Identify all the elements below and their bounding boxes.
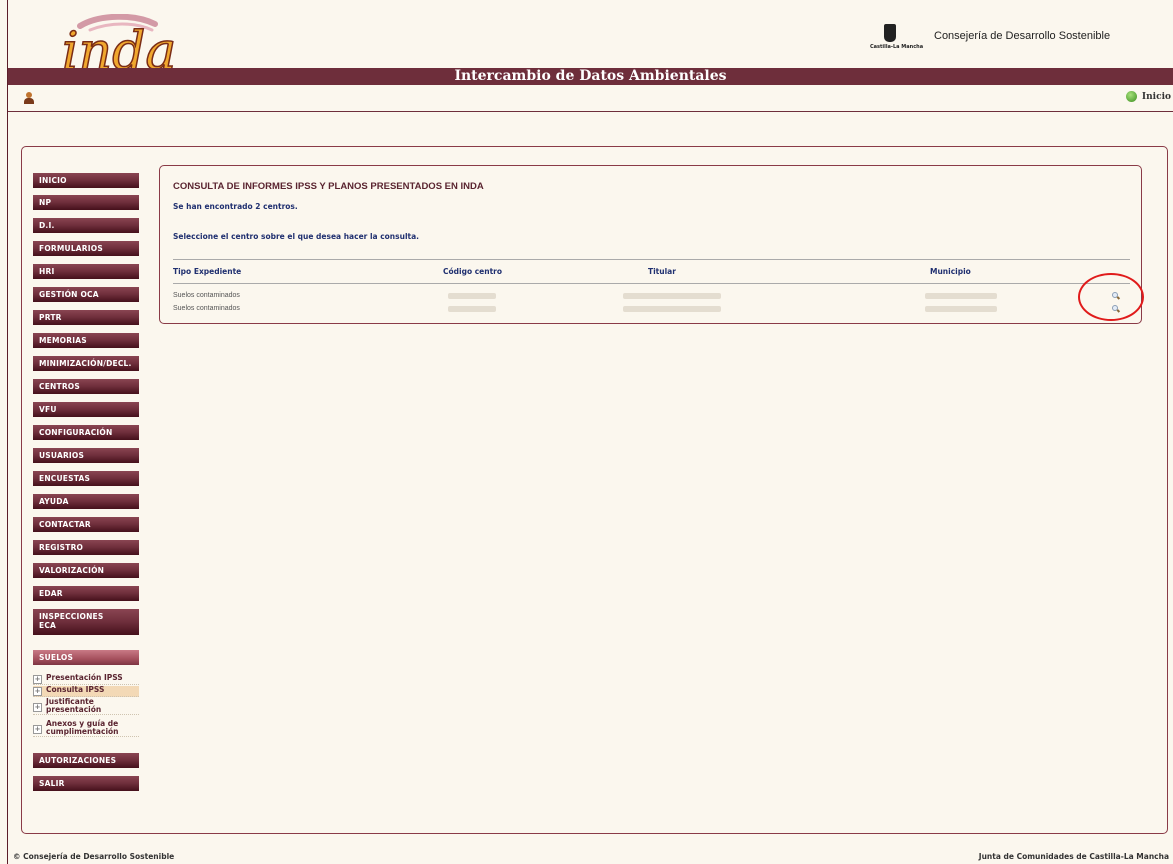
- svg-text:inda: inda: [62, 22, 176, 74]
- sidebar-item-prtr[interactable]: PRTR: [33, 310, 139, 325]
- sidebar-item-valorizacion[interactable]: VALORIZACIÓN: [33, 563, 139, 578]
- header-banner: Intercambio de Datos Ambientales: [8, 68, 1173, 85]
- redacted-municipio: [925, 293, 997, 299]
- sidebar-item-edar[interactable]: EDAR: [33, 586, 139, 601]
- expand-icon: +: [33, 675, 42, 684]
- redacted-titular: [623, 306, 721, 312]
- instruction-text: Seleccione el centro sobre el que desea …: [173, 232, 420, 241]
- submenu-justificante[interactable]: + Justificante presentación: [33, 698, 139, 715]
- inicio-label: Inicio: [1141, 91, 1171, 102]
- page-title: CONSULTA DE INFORMES IPSS Y PLANOS PRESE…: [173, 181, 484, 192]
- column-header-tipo: Tipo Expediente: [173, 267, 242, 276]
- inda-logo[interactable]: inda: [60, 13, 190, 83]
- sidebar-item-usuarios[interactable]: USUARIOS: [33, 448, 139, 463]
- left-border: [7, 0, 8, 864]
- column-header-municipio: Municipio: [930, 267, 971, 276]
- expand-icon: +: [33, 725, 42, 734]
- submenu-consulta-ipss[interactable]: + Consulta IPSS: [33, 686, 139, 697]
- sidebar-item-inicio[interactable]: INICIO: [33, 173, 139, 188]
- column-header-codigo: Código centro: [443, 267, 503, 276]
- table-cell-tipo: Suelos contaminados: [173, 292, 240, 299]
- submenu-anexos[interactable]: + Anexos y guía de cumplimentación: [33, 720, 139, 737]
- submenu-label: Anexos y guía de cumplimentación: [46, 719, 119, 736]
- sidebar-item-registro[interactable]: REGISTRO: [33, 540, 139, 555]
- crest-icon: [884, 24, 896, 42]
- column-header-titular: Titular: [648, 267, 676, 276]
- sidebar-item-di[interactable]: D.I.: [33, 218, 139, 233]
- sidebar-item-salir[interactable]: SALIR: [33, 776, 139, 791]
- submenu-label: Consulta IPSS: [46, 685, 105, 694]
- sidebar-item-minimizacion[interactable]: MINIMIZACIÓN/DECL.: [33, 356, 139, 371]
- expand-icon: +: [33, 687, 42, 696]
- app-title: Intercambio de Datos Ambientales: [454, 68, 727, 84]
- sidebar-item-hri[interactable]: HRI: [33, 264, 139, 279]
- sidebar-item-memorias[interactable]: MEMORIAS: [33, 333, 139, 348]
- submenu-label: Presentación IPSS: [46, 673, 123, 682]
- sidebar-item-configuracion[interactable]: CONFIGURACIÓN: [33, 425, 139, 440]
- redacted-titular: [623, 293, 721, 299]
- footer-copyright: © Consejería de Desarrollo Sostenible: [13, 852, 175, 861]
- home-icon: [1125, 91, 1137, 102]
- castilla-la-mancha-crest: Castilla-La Mancha: [870, 24, 924, 58]
- table-cell-tipo: Suelos contaminados: [173, 305, 240, 312]
- table-top-rule: [173, 259, 1130, 260]
- user-icon: [24, 92, 34, 104]
- inicio-link[interactable]: Inicio: [1125, 91, 1171, 102]
- highlight-circle: [1078, 273, 1144, 321]
- crest-label: Castilla-La Mancha: [870, 44, 924, 50]
- sidebar-item-suelos[interactable]: SUELOS: [33, 650, 139, 665]
- table-header-rule: [173, 283, 1130, 284]
- sidebar-item-autorizaciones[interactable]: AUTORIZACIONES: [33, 753, 139, 768]
- consejeria-title: Consejería de Desarrollo Sostenible: [934, 30, 1111, 42]
- redacted-municipio: [925, 306, 997, 312]
- sidebar-item-inspecciones-eca[interactable]: INSPECCIONES ECA: [33, 609, 139, 635]
- sidebar-item-np[interactable]: NP: [33, 195, 139, 210]
- results-panel: CONSULTA DE INFORMES IPSS Y PLANOS PRESE…: [159, 165, 1142, 324]
- user-bar: Inicio: [8, 85, 1173, 112]
- sidebar-item-ayuda[interactable]: AYUDA: [33, 494, 139, 509]
- sidebar-item-formularios[interactable]: FORMULARIOS: [33, 241, 139, 256]
- results-count: Se han encontrado 2 centros.: [173, 202, 298, 211]
- sidebar-item-gestion-oca[interactable]: GESTIÓN OCA: [33, 287, 139, 302]
- submenu-presentacion-ipss[interactable]: + Presentación IPSS: [33, 674, 139, 685]
- redacted-codigo: [448, 306, 496, 312]
- sidebar-item-centros[interactable]: CENTROS: [33, 379, 139, 394]
- footer-junta: Junta de Comunidades de Castilla-La Manc…: [978, 852, 1169, 861]
- sidebar-item-encuestas[interactable]: ENCUESTAS: [33, 471, 139, 486]
- expand-icon: +: [33, 703, 42, 712]
- redacted-codigo: [448, 293, 496, 299]
- sidebar-item-contactar[interactable]: CONTACTAR: [33, 517, 139, 532]
- submenu-label: Justificante presentación: [46, 697, 102, 714]
- sidebar-item-vfu[interactable]: VFU: [33, 402, 139, 417]
